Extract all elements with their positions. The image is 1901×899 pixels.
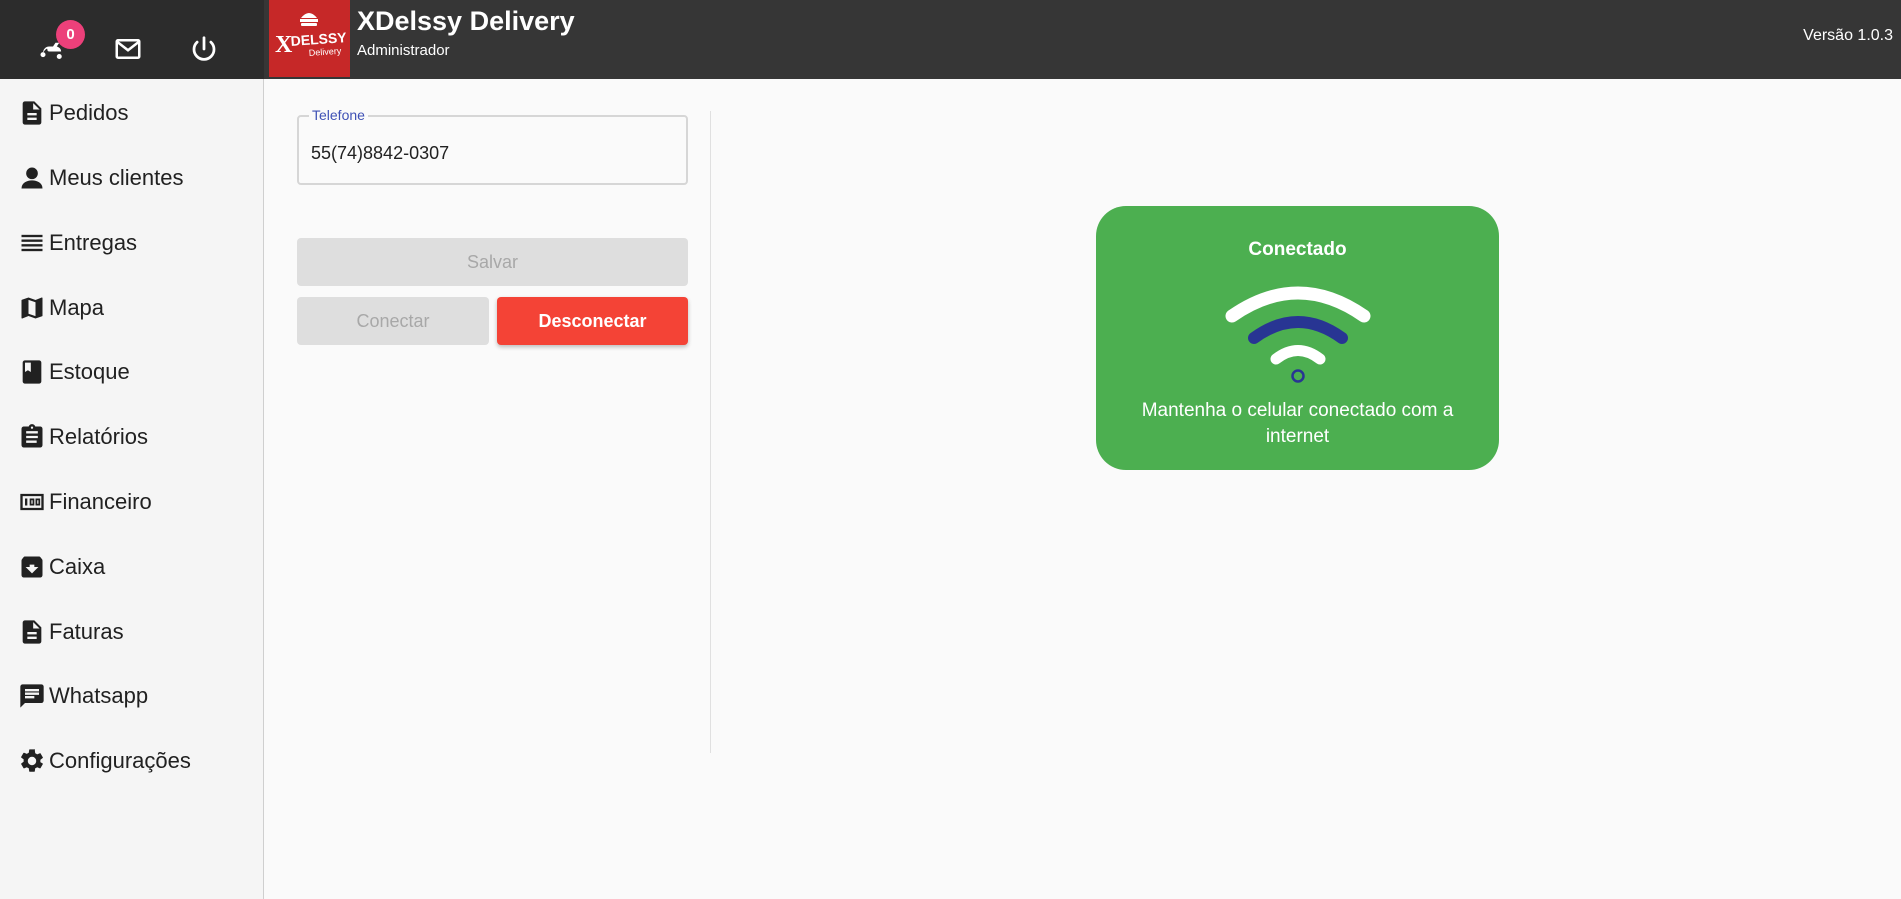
document-icon: [18, 99, 46, 127]
disconnect-button[interactable]: Desconectar: [497, 297, 688, 345]
sidebar-item-label: Meus clientes: [49, 165, 184, 190]
sidebar-item-pedidos[interactable]: Pedidos: [0, 91, 263, 135]
person-icon: [18, 164, 46, 192]
sidebar-item-label: Estoque: [49, 359, 130, 384]
sidebar-item-meus-clientes[interactable]: Meus clientes: [0, 156, 263, 200]
sidebar-item-mapa[interactable]: Mapa: [0, 286, 263, 330]
sidebar-item-label: Caixa: [49, 554, 106, 579]
book-icon: [18, 358, 46, 386]
phone-input[interactable]: [311, 143, 671, 164]
mail-icon[interactable]: [111, 32, 145, 66]
sidebar-item-estoque[interactable]: Estoque: [0, 350, 263, 394]
wifi-icon: [1225, 286, 1371, 383]
top-bar: 0 X DELSSY Delivery XDelssy Delivery Adm…: [0, 0, 1901, 79]
app-logo: X DELSSY Delivery: [269, 0, 350, 77]
clipboard-icon: [18, 423, 46, 451]
vertical-divider: [710, 111, 711, 753]
sidebar-item-relatorios[interactable]: Relatórios: [0, 415, 263, 459]
list-icon: [18, 229, 46, 257]
connect-button[interactable]: Conectar: [297, 297, 489, 345]
version-label: Versão 1.0.3: [1803, 27, 1893, 44]
sidebar-item-label: Entregas: [49, 230, 138, 255]
sidebar-item-configuracoes[interactable]: Configurações: [0, 739, 263, 783]
sidebar-item-entregas[interactable]: Entregas: [0, 221, 263, 265]
sidebar-item-financeiro[interactable]: Financeiro: [0, 480, 263, 524]
notification-badge: 0: [56, 20, 85, 49]
sidebar-item-label: Whatsapp: [49, 683, 149, 708]
phone-field: Telefone: [297, 107, 688, 185]
sidebar-item-label: Financeiro: [49, 489, 152, 514]
sidebar-item-label: Pedidos: [49, 100, 129, 125]
save-button[interactable]: Salvar: [297, 238, 688, 286]
sidebar: Pedidos Meus clientes Entregas Mapa Esto…: [0, 79, 264, 899]
sidebar-item-label: Configurações: [49, 748, 191, 773]
power-icon[interactable]: [187, 32, 221, 66]
archive-icon: [18, 553, 46, 581]
app-title: XDelssy Delivery: [357, 6, 575, 36]
gear-icon: [18, 747, 46, 775]
chat-icon: [18, 682, 46, 710]
sidebar-item-caixa[interactable]: Caixa: [0, 545, 263, 589]
phone-field-label: Telefone: [309, 107, 368, 123]
connection-status-card: Conectado Mantenha o celular conectado c…: [1096, 206, 1499, 470]
map-icon: [18, 294, 46, 322]
status-title: Conectado: [1248, 239, 1347, 260]
logo-image-icon: X DELSSY Delivery: [269, 0, 350, 77]
user-role: Administrador: [357, 42, 450, 59]
money-icon: [18, 488, 46, 516]
invoice-icon: [18, 618, 46, 646]
sidebar-item-label: Relatórios: [49, 424, 149, 449]
sidebar-item-whatsapp[interactable]: Whatsapp: [0, 674, 263, 718]
status-message: Mantenha o celular conectado com a inter…: [1141, 400, 1454, 447]
top-actions: 0: [0, 0, 264, 79]
sidebar-item-label: Faturas: [49, 619, 124, 644]
sidebar-item-label: Mapa: [49, 295, 105, 320]
sidebar-item-faturas[interactable]: Faturas: [0, 610, 263, 654]
